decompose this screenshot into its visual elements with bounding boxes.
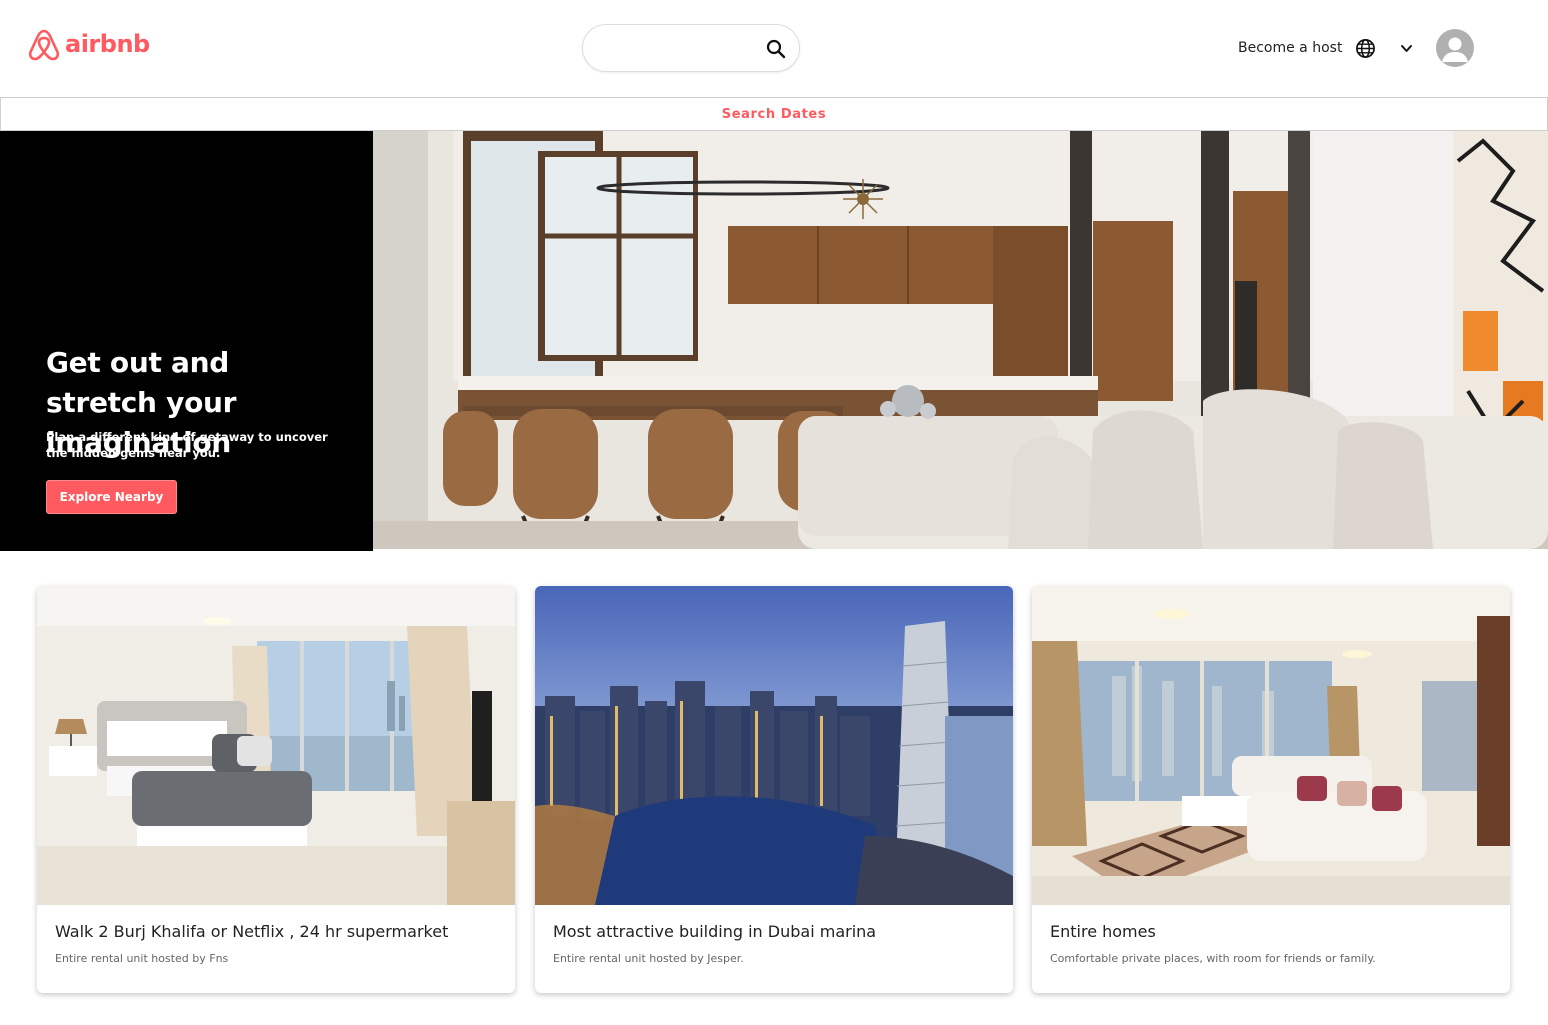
listing-card[interactable]: Entire homes Comfortable private places,… — [1032, 586, 1510, 993]
hero-image — [373, 131, 1548, 549]
top-navigation-bar: airbnb Become a host — [0, 0, 1548, 97]
listing-title: Walk 2 Burj Khalifa or Netflix , 24 hr s… — [55, 922, 449, 941]
living-room-view-photo — [1032, 586, 1510, 905]
search-dates-button[interactable]: Search Dates — [0, 97, 1548, 131]
airbnb-logo[interactable]: airbnb — [27, 24, 150, 64]
living-room-photo — [373, 131, 1548, 549]
listing-card[interactable]: Walk 2 Burj Khalifa or Netflix , 24 hr s… — [37, 586, 515, 993]
bedroom-photo — [37, 586, 515, 905]
user-avatar-icon — [1442, 37, 1468, 62]
listing-description: Entire rental unit hosted by Jesper. — [553, 952, 744, 965]
become-a-host-link[interactable]: Become a host — [1238, 40, 1342, 56]
search-dates-label: Search Dates — [721, 106, 827, 122]
search-input[interactable] — [601, 37, 761, 61]
listing-image — [37, 586, 515, 905]
chevron-down-icon[interactable] — [1399, 41, 1414, 56]
hero-panel: Get out and stretch your imagination Pla… — [0, 131, 373, 551]
airbnb-logo-icon — [28, 29, 60, 61]
listing-image — [1032, 586, 1510, 905]
brand-name: airbnb — [65, 30, 150, 58]
listing-image — [535, 586, 1013, 905]
listing-title: Entire homes — [1050, 922, 1156, 941]
listing-title: Most attractive building in Dubai marina — [553, 922, 877, 941]
hero-subtitle: Plan a different kind of getaway to unco… — [46, 430, 328, 460]
listing-card[interactable]: Most attractive building in Dubai marina… — [535, 586, 1013, 993]
listing-description: Comfortable private places, with room fo… — [1050, 952, 1376, 965]
globe-icon[interactable] — [1355, 38, 1376, 59]
listing-description: Entire rental unit hosted by Fns — [55, 952, 229, 965]
dubai-marina-photo — [535, 586, 1013, 905]
search-icon[interactable] — [765, 38, 787, 60]
user-avatar[interactable] — [1436, 29, 1474, 67]
explore-nearby-button[interactable]: Explore Nearby — [46, 480, 177, 514]
search-bar[interactable] — [582, 24, 800, 72]
